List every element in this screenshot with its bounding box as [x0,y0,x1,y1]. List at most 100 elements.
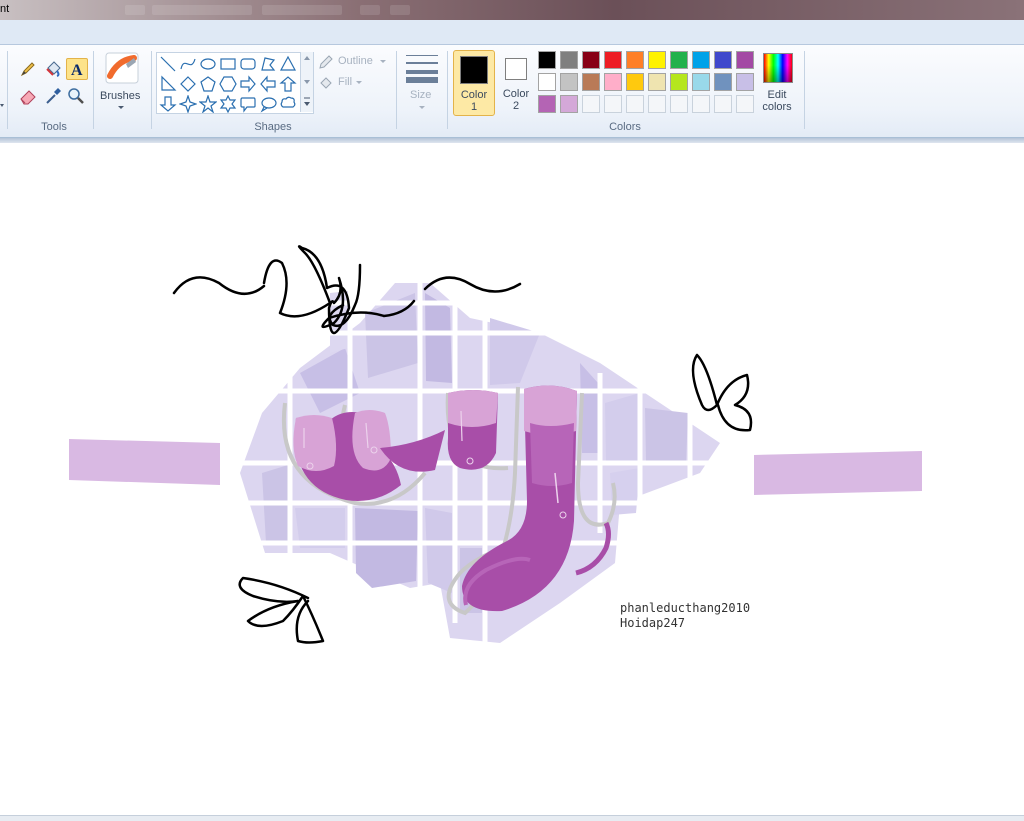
color-picker-icon[interactable] [43,86,63,106]
color1-button[interactable]: Color 1 [453,50,495,116]
oval-callout-shape-icon[interactable] [259,95,277,113]
right-arrow-shape-icon[interactable] [239,75,257,93]
palette-swatch[interactable] [714,51,732,69]
text-tool-glyph: A [71,62,83,79]
color2-button[interactable]: Color 2 [498,50,534,116]
palette-swatch[interactable] [582,51,600,69]
size-label: Size [410,89,432,101]
rectangle-shape-icon[interactable] [219,55,237,73]
clipped-dropdown-icon[interactable] [0,95,6,107]
palette-swatch-empty[interactable] [604,95,622,113]
down-arrow-shape-icon[interactable] [159,95,177,113]
palette-swatch-empty[interactable] [582,95,600,113]
palette-swatch[interactable] [670,51,688,69]
polygon-shape-icon[interactable] [259,55,277,73]
lavender-tile [645,408,688,463]
palette-swatch[interactable] [626,73,644,91]
fill-bucket-icon[interactable] [43,59,63,79]
tools-group-label: Tools [41,121,67,133]
four-point-star-shape-icon[interactable] [178,94,198,114]
blurred-tab [152,5,252,15]
fill-dropdown[interactable]: Fill [318,74,378,92]
palette-swatch[interactable] [604,51,622,69]
shapes-gallery[interactable] [156,52,314,114]
palette-swatch-empty[interactable] [736,95,754,113]
outline-dropdown[interactable]: Outline [318,53,390,71]
palette-swatch[interactable] [604,73,622,91]
palette-swatch[interactable] [582,73,600,91]
outline-pencil-icon [319,55,333,69]
up-arrow-shape-icon[interactable] [279,75,297,93]
left-arrow-shape-icon[interactable] [259,75,277,93]
palette-swatch[interactable] [648,51,666,69]
palette-swatch[interactable] [538,95,556,113]
palette-swatch-empty[interactable] [648,95,666,113]
ribbon-tab-strip [0,20,1024,45]
color2-label-line1: Color [502,88,530,100]
fill-bucket-icon [320,77,332,89]
palette-swatch-empty[interactable] [692,95,710,113]
palette-swatch[interactable] [560,95,578,113]
palette-swatch[interactable] [560,51,578,69]
cloud-callout-shape-icon[interactable] [279,95,297,113]
quick-access-icon[interactable] [125,5,145,15]
palette-swatch-empty[interactable] [714,95,732,113]
blurred-tab-close[interactable] [390,5,410,15]
rainbow-shade [764,54,792,82]
palette-swatch[interactable] [736,51,754,69]
oval-shape-icon[interactable] [199,55,217,73]
color1-label-line2: 1 [470,101,478,113]
palette-swatch[interactable] [670,73,688,91]
palette-swatch[interactable] [626,51,644,69]
status-bar-edge [0,815,1024,821]
text-icon[interactable]: A [66,58,88,80]
edit-colors-label-line2: colors [762,101,792,113]
rounded-callout-shape-icon[interactable] [239,95,257,113]
palette-swatch[interactable] [692,73,710,91]
triangle-shape-icon[interactable] [279,55,297,73]
rounded-rectangle-shape-icon[interactable] [239,55,257,73]
fill-label: Fill [338,76,353,88]
color1-swatch [460,56,488,84]
chevron-down-icon [380,60,386,63]
brushes-label: Brushes [100,90,141,102]
window-title: nt [0,3,10,15]
palette-swatch[interactable] [538,73,556,91]
edit-colors-label-line1: Edit [767,89,787,101]
signature-line2: Hoidap247 [620,616,686,630]
palette-swatch-empty[interactable] [626,95,644,113]
lavender-tile [355,508,418,588]
palette-swatch-empty[interactable] [670,95,688,113]
eraser-icon[interactable] [18,86,38,106]
diamond-shape-icon[interactable] [179,75,197,93]
edit-colors-button[interactable]: Edit colors [758,51,798,117]
pentagon-shape-icon[interactable] [199,75,217,93]
brushes-icon [105,52,139,84]
color2-label-line2: 2 [512,100,520,112]
palette-swatch[interactable] [736,73,754,91]
ribbon: A Tools Brushes Outline Fill Shapes Size… [0,45,1024,138]
magnifier-icon[interactable] [66,86,86,106]
palette-swatch[interactable] [648,73,666,91]
color1-label-line1: Color [460,89,488,101]
drawing-canvas[interactable]: phanleducthang2010 Hoidap247 [0,143,1024,815]
size-dropdown[interactable]: Size [402,51,442,113]
palette-swatch[interactable] [692,51,710,69]
line-size-icon [406,55,438,83]
hexagon-shape-icon[interactable] [219,75,237,93]
outline-label: Outline [338,55,373,67]
curve-shape-icon[interactable] [179,55,197,73]
palette-swatch[interactable] [560,73,578,91]
six-point-star-shape-icon[interactable] [219,94,237,114]
palette-swatch[interactable] [538,51,556,69]
line-shape-icon[interactable] [159,55,177,73]
brushes-button[interactable]: Brushes [98,50,146,112]
shapes-gallery-scroll[interactable] [300,52,313,112]
palette-swatch[interactable] [714,73,732,91]
five-point-star-shape-icon[interactable] [198,94,218,114]
right-triangle-shape-icon[interactable] [159,75,177,93]
pencil-icon[interactable] [18,59,38,79]
chevron-down-icon [118,106,124,109]
right-pink-bar [754,451,922,495]
blurred-tab-close[interactable] [360,5,380,15]
